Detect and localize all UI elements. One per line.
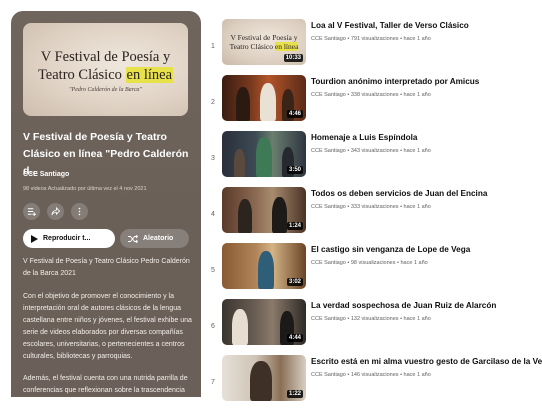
video-views: 132 visualizaciones <box>350 316 399 322</box>
video-meta: CCE Santiago • 98 visualizaciones • hace… <box>311 260 428 266</box>
thumb-text-highlight: en línea <box>274 42 299 51</box>
playlist-description-p1: V Festival de Poesía y Teatro Clásico Pe… <box>23 258 190 277</box>
video-channel[interactable]: CCE Santiago <box>311 372 346 378</box>
video-meta: CCE Santiago • 343 visualizaciones • hac… <box>311 148 431 154</box>
video-age: hace 1 año <box>403 36 431 42</box>
video-channel[interactable]: CCE Santiago <box>311 92 346 98</box>
video-thumbnail[interactable]: 3:50 <box>222 131 306 177</box>
video-age: hace 1 año <box>403 316 431 322</box>
shuffle-button[interactable]: Aleatorio <box>120 229 189 248</box>
cover-title-line1: V Festival de Poesía y <box>40 49 171 65</box>
video-index: 6 <box>211 323 215 330</box>
video-duration: 3:50 <box>286 166 303 174</box>
video-index: 2 <box>211 99 215 106</box>
thumb-figure <box>260 83 276 121</box>
video-age: hace 1 año <box>400 260 428 266</box>
more-actions-button[interactable] <box>71 203 88 220</box>
video-views: 98 visualizaciones <box>350 260 396 266</box>
video-channel[interactable]: CCE Santiago <box>311 204 346 210</box>
add-to-queue-icon <box>27 208 36 216</box>
cover-subtitle: "Pedro Calderón de la Barca" <box>69 87 142 93</box>
video-age: hace 1 año <box>403 148 431 154</box>
video-channel[interactable]: CCE Santiago <box>311 260 346 266</box>
thumb-figure <box>238 199 252 233</box>
video-title[interactable]: Todos os deben servicios de Juan del Enc… <box>311 189 542 198</box>
cover-title-line2-a: Teatro Clásico <box>37 67 126 83</box>
video-meta: CCE Santiago • 333 visualizaciones • hac… <box>311 204 431 210</box>
video-duration: 10:33 <box>283 54 303 62</box>
video-row[interactable]: 5 3:02 El castigo sin venganza de Lope d… <box>202 241 542 297</box>
video-channel[interactable]: CCE Santiago <box>311 148 346 154</box>
play-all-label: Reproducir t... <box>43 235 91 242</box>
playlist-description-p2: Con el objetivo de promover el conocimie… <box>23 293 192 360</box>
video-index: 5 <box>211 267 215 274</box>
video-thumbnail[interactable]: 4:44 <box>222 299 306 345</box>
thumb-text-line2: Teatro Clásico en línea <box>222 42 306 51</box>
video-age: hace 1 año <box>403 372 431 378</box>
cover-title-highlight: en línea <box>125 67 174 83</box>
video-title[interactable]: Escrito está en mi alma vuestro gesto de… <box>311 357 542 366</box>
video-index: 4 <box>211 211 215 218</box>
play-all-button[interactable]: Reproducir t... <box>23 229 115 248</box>
video-channel[interactable]: CCE Santiago <box>311 36 346 42</box>
thumb-figure <box>256 137 272 177</box>
thumb-figure <box>272 197 287 233</box>
video-thumbnail[interactable]: 4:46 <box>222 75 306 121</box>
save-to-library-button[interactable] <box>23 203 40 220</box>
thumb-figure <box>236 87 250 121</box>
video-row[interactable]: 2 4:46 Tourdion anónimo interpretado por… <box>202 73 542 129</box>
cover-title-line2: Teatro Clásico en línea <box>23 67 188 84</box>
video-views: 791 visualizaciones <box>350 36 399 42</box>
playlist-channel-link[interactable]: CCE Santiago <box>23 171 69 178</box>
video-thumbnail[interactable]: V Festival de Poesía y Teatro Clásico en… <box>222 19 306 65</box>
thumb-text-line1: V Festival de Poesía y <box>230 33 298 42</box>
video-index: 3 <box>211 155 215 162</box>
video-duration: 4:46 <box>286 110 303 118</box>
video-row[interactable]: 6 4:44 La verdad sospechosa de Juan Ruiz… <box>202 297 542 353</box>
video-title[interactable]: El castigo sin venganza de Lope de Vega <box>311 245 542 254</box>
video-meta: CCE Santiago • 132 visualizaciones • hac… <box>311 316 431 322</box>
video-age: hace 1 año <box>403 204 431 210</box>
video-row[interactable]: 3 3:50 Homenaje a Luis Espíndola CCE San… <box>202 129 542 185</box>
video-title[interactable]: Homenaje a Luis Espíndola <box>311 133 542 142</box>
video-title[interactable]: Tourdion anónimo interpretado por Amicus <box>311 77 542 86</box>
video-thumbnail[interactable]: 3:02 <box>222 243 306 289</box>
video-row[interactable]: 4 1:24 Todos os deben servicios de Juan … <box>202 185 542 241</box>
video-views: 333 visualizaciones <box>350 204 399 210</box>
video-meta: CCE Santiago • 791 visualizaciones • hac… <box>311 36 431 42</box>
playlist-panel: V Festival de Poesía y Teatro Clásico en… <box>11 11 201 397</box>
playlist-description-p3: Además, el festival cuenta con una nutri… <box>23 375 188 394</box>
video-title[interactable]: La verdad sospechosa de Juan Ruiz de Ala… <box>311 301 542 310</box>
more-vertical-icon <box>78 207 81 216</box>
video-views: 146 visualizaciones <box>350 372 399 378</box>
share-icon <box>51 207 60 216</box>
video-duration: 4:44 <box>286 334 303 342</box>
video-index: 1 <box>211 43 215 50</box>
thumb-figure <box>250 361 272 401</box>
video-row[interactable]: 7 1:22 Escrito está en mi alma vuestro g… <box>202 353 542 409</box>
shuffle-icon <box>128 234 138 243</box>
video-thumbnail[interactable]: 1:22 <box>222 355 306 401</box>
video-duration: 3:02 <box>286 278 303 286</box>
video-age: hace 1 año <box>403 92 431 98</box>
video-meta: CCE Santiago • 338 visualizaciones • hac… <box>311 92 431 98</box>
thumb-text-line2-a: Teatro Clásico <box>229 42 275 51</box>
video-thumbnail[interactable]: 1:24 <box>222 187 306 233</box>
video-meta: CCE Santiago • 146 visualizaciones • hac… <box>311 372 431 378</box>
playlist-meta: 98 videos Actualizado por última vez el … <box>23 186 147 192</box>
share-button[interactable] <box>47 203 64 220</box>
video-index: 7 <box>211 379 215 386</box>
video-views: 338 visualizaciones <box>350 92 399 98</box>
video-title[interactable]: Loa al V Festival, Taller de Verso Clási… <box>311 21 542 30</box>
thumb-figure <box>234 149 245 177</box>
play-icon <box>31 234 38 243</box>
video-duration: 1:24 <box>286 222 303 230</box>
playlist-cover-thumbnail[interactable]: V Festival de Poesía y Teatro Clásico en… <box>23 23 188 116</box>
video-channel[interactable]: CCE Santiago <box>311 316 346 322</box>
thumb-figure <box>258 251 274 289</box>
thumb-figure <box>232 309 248 345</box>
video-views: 343 visualizaciones <box>350 148 399 154</box>
shuffle-label: Aleatorio <box>143 235 174 242</box>
video-row[interactable]: 1 V Festival de Poesía y Teatro Clásico … <box>202 17 542 73</box>
